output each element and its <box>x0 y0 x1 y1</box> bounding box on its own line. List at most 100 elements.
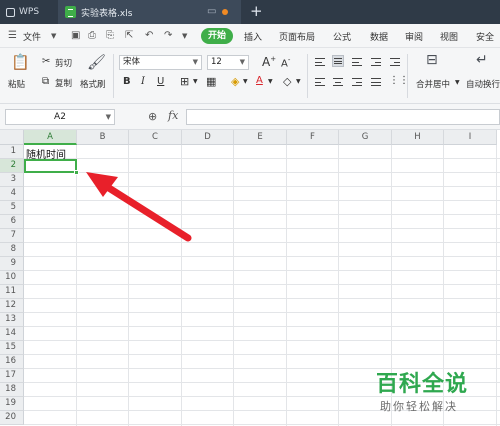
row-gridline <box>24 214 500 215</box>
row-header-17[interactable]: 17 <box>0 369 24 383</box>
app-tab[interactable]: WPS <box>0 0 58 24</box>
save-icon[interactable]: ▣ <box>71 30 80 41</box>
decrease-font-icon[interactable]: A- <box>281 56 290 69</box>
borders-icon[interactable]: ⊞ <box>180 75 189 88</box>
chevron-down-icon: ▼ <box>192 58 198 66</box>
active-cell-a2[interactable] <box>24 159 77 173</box>
fill-color-icon[interactable]: ◈ <box>231 75 239 88</box>
row-header-11[interactable]: 11 <box>0 285 24 299</box>
column-header-g[interactable]: G <box>339 130 392 145</box>
underline-icon[interactable]: U <box>157 76 164 87</box>
row-header-18[interactable]: 18 <box>0 383 24 397</box>
row-gridline <box>24 270 500 271</box>
chevron-down-icon[interactable]: ▼ <box>455 79 460 86</box>
justify-icon[interactable] <box>370 76 382 88</box>
name-box[interactable]: A2 ▼ <box>5 109 115 125</box>
merge-center-button[interactable]: 合并居中 <box>416 78 450 90</box>
chevron-down-icon[interactable]: ▼ <box>296 78 301 85</box>
row-header-1[interactable]: 1 <box>0 145 24 159</box>
tab-insert[interactable]: 插入 <box>244 30 262 43</box>
distributed-icon[interactable]: ⋮⋮ <box>389 75 409 86</box>
bold-icon[interactable]: B <box>123 76 131 87</box>
format-painter-button[interactable]: 格式刷 <box>80 78 106 90</box>
row-header-19[interactable]: 19 <box>0 397 24 411</box>
font-name-select[interactable]: 宋体 ▼ <box>119 55 202 70</box>
column-header-f[interactable]: F <box>287 130 339 145</box>
copy-icon[interactable]: ⧉ <box>42 76 49 87</box>
font-color-icon[interactable]: A <box>256 75 263 86</box>
eraser-icon[interactable]: ◇ <box>283 75 291 88</box>
chevron-down-icon[interactable]: ▼ <box>268 78 273 85</box>
row-header-4[interactable]: 4 <box>0 187 24 201</box>
row-header-12[interactable]: 12 <box>0 299 24 313</box>
indent-decrease-icon[interactable] <box>370 56 382 68</box>
column-header-b[interactable]: B <box>77 130 129 145</box>
tab-formulas[interactable]: 公式 <box>333 30 351 43</box>
wrap-text-icon[interactable]: ↵ <box>476 52 488 68</box>
export-icon[interactable]: ⇱ <box>125 30 133 41</box>
font-size-select[interactable]: 12 ▼ <box>207 55 249 70</box>
chevron-down-icon[interactable]: ▼ <box>193 78 198 85</box>
tab-home[interactable]: 开始 <box>201 28 233 44</box>
zoom-search-icon[interactable]: ⊕ <box>148 110 157 123</box>
new-tab-button[interactable]: + <box>250 2 263 20</box>
row-header-8[interactable]: 8 <box>0 243 24 257</box>
cut-button[interactable]: 剪切 <box>55 57 72 69</box>
align-middle-icon[interactable] <box>332 55 344 67</box>
row-header-10[interactable]: 10 <box>0 271 24 285</box>
row-header-5[interactable]: 5 <box>0 201 24 215</box>
quick-access-chevron-icon[interactable]: ▼ <box>182 32 187 40</box>
fx-icon[interactable]: fx <box>168 109 178 122</box>
monitor-icon[interactable]: ▭ <box>207 6 216 17</box>
tab-data[interactable]: 数据 <box>370 30 388 43</box>
column-header-c[interactable]: C <box>129 130 182 145</box>
increase-font-icon[interactable]: A+ <box>262 55 276 69</box>
column-header-e[interactable]: E <box>234 130 287 145</box>
row-header-16[interactable]: 16 <box>0 355 24 369</box>
column-header-h[interactable]: H <box>392 130 444 145</box>
print-icon[interactable]: ⎘ <box>106 30 114 41</box>
row-header-13[interactable]: 13 <box>0 313 24 327</box>
file-menu[interactable]: 文件 <box>23 30 41 43</box>
wrap-text-button[interactable]: 自动换行 <box>466 78 500 90</box>
row-header-2[interactable]: 2 <box>0 159 24 173</box>
row-header-20[interactable]: 20 <box>0 411 24 425</box>
scissors-icon[interactable]: ✂ <box>42 56 50 67</box>
indent-increase-icon[interactable] <box>389 56 401 68</box>
chevron-down-icon[interactable]: ▼ <box>243 78 248 85</box>
row-header-7[interactable]: 7 <box>0 229 24 243</box>
formula-bar: A2 ▼ ⊕ fx <box>0 104 500 130</box>
cell-style-icon[interactable]: ▦ <box>206 75 216 88</box>
align-top-icon[interactable] <box>314 56 326 68</box>
italic-icon[interactable]: I <box>141 76 145 87</box>
select-all-corner[interactable] <box>0 130 24 145</box>
undo-icon[interactable]: ↶ <box>145 30 153 41</box>
row-header-3[interactable]: 3 <box>0 173 24 187</box>
print-preview-icon[interactable]: ⎙ <box>88 30 96 41</box>
tab-security[interactable]: 安全 <box>476 30 494 43</box>
align-right-icon[interactable] <box>351 76 363 88</box>
row-header-14[interactable]: 14 <box>0 327 24 341</box>
align-bottom-icon[interactable] <box>351 56 363 68</box>
formula-input[interactable] <box>186 109 500 125</box>
tab-page-layout[interactable]: 页面布局 <box>279 30 315 43</box>
column-header-a[interactable]: A <box>24 130 77 145</box>
paste-button[interactable]: 粘贴 <box>8 78 25 90</box>
redo-icon[interactable]: ↷ <box>164 30 172 41</box>
paste-icon[interactable]: 📋 <box>11 53 30 71</box>
merge-center-icon[interactable]: ⊟ <box>426 52 438 68</box>
row-header-9[interactable]: 9 <box>0 257 24 271</box>
column-header-d[interactable]: D <box>182 130 234 145</box>
column-header-i[interactable]: I <box>444 130 497 145</box>
tab-review[interactable]: 审阅 <box>405 30 423 43</box>
format-painter-icon[interactable]: 🖌 <box>87 53 106 71</box>
align-center-icon[interactable] <box>332 76 344 88</box>
tab-view[interactable]: 视图 <box>440 30 458 43</box>
align-left-icon[interactable] <box>314 76 326 88</box>
row-header-6[interactable]: 6 <box>0 215 24 229</box>
chevron-down-icon[interactable]: ▼ <box>51 32 56 40</box>
copy-button[interactable]: 复制 <box>55 77 72 89</box>
row-header-15[interactable]: 15 <box>0 341 24 355</box>
fill-handle[interactable] <box>74 170 79 175</box>
hamburger-icon[interactable]: ☰ <box>8 30 17 41</box>
